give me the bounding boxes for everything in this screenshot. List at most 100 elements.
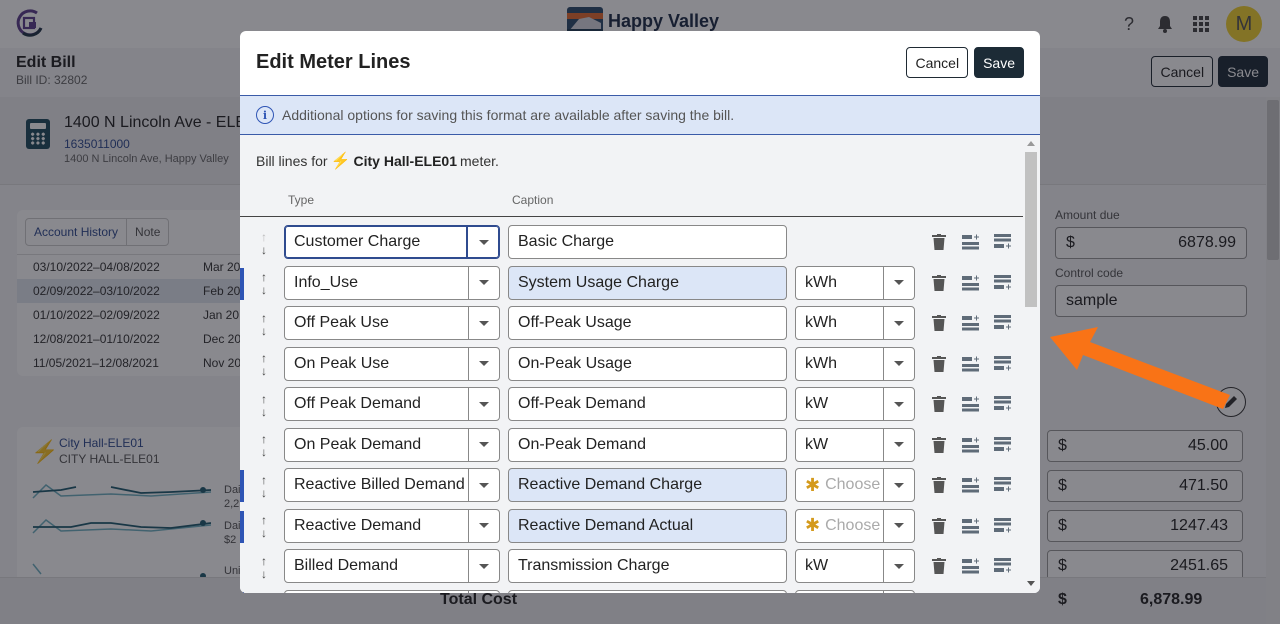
insert-row-below-icon[interactable] — [994, 517, 1012, 535]
move-up-icon[interactable]: ↑ — [261, 555, 267, 567]
unit-dropdown-button[interactable] — [883, 266, 914, 299]
caption-input[interactable]: On-Peak Demand — [508, 427, 787, 462]
insert-row-below-icon[interactable] — [994, 233, 1012, 251]
type-value[interactable]: Off Peak Demand — [285, 388, 468, 420]
caption-input[interactable]: Off-Peak Demand — [508, 387, 787, 421]
insert-row-below-icon[interactable] — [994, 274, 1012, 292]
reorder-handle[interactable]: ↑↓ — [258, 549, 270, 585]
move-down-icon[interactable]: ↓ — [261, 244, 267, 256]
move-up-icon[interactable]: ↑ — [261, 393, 267, 405]
type-select[interactable]: On Peak Demand — [284, 427, 500, 462]
move-down-icon[interactable]: ↓ — [261, 365, 267, 377]
type-dropdown-button[interactable] — [468, 509, 499, 542]
move-down-icon[interactable]: ↓ — [261, 487, 267, 499]
unit-dropdown-button[interactable] — [883, 590, 914, 593]
unit-dropdown-button[interactable] — [883, 347, 914, 380]
move-up-icon[interactable]: ↑ — [261, 352, 267, 364]
insert-row-below-icon[interactable] — [994, 395, 1012, 413]
insert-row-above-icon[interactable] — [962, 274, 980, 292]
type-select[interactable]: Info_Use — [284, 265, 500, 300]
reorder-handle[interactable]: ↑↓ — [258, 468, 270, 504]
caption-input[interactable]: Transmission Charge — [508, 549, 787, 583]
move-down-icon[interactable]: ↓ — [261, 568, 267, 580]
unit-select[interactable]: ✱ Choose — [795, 508, 915, 543]
unit-select[interactable]: kWh — [795, 306, 915, 340]
type-dropdown-button[interactable] — [468, 469, 499, 501]
type-select[interactable]: Billed Demand — [284, 549, 500, 583]
type-select[interactable]: Off Peak Demand — [284, 387, 500, 421]
insert-row-above-icon[interactable] — [962, 436, 980, 454]
type-select[interactable]: Customer Charge — [284, 225, 500, 259]
move-down-icon[interactable]: ↓ — [261, 406, 267, 418]
trash-icon[interactable] — [930, 355, 948, 373]
trash-icon[interactable] — [930, 395, 948, 413]
insert-row-above-icon[interactable] — [962, 476, 980, 494]
unit-dropdown-button[interactable] — [883, 428, 914, 461]
reorder-handle[interactable]: ↑↓ — [258, 306, 270, 342]
move-up-icon[interactable]: ↑ — [261, 433, 267, 445]
unit-select[interactable]: kW — [795, 387, 915, 421]
type-value[interactable] — [285, 591, 468, 594]
trash-icon[interactable] — [930, 476, 948, 494]
reorder-handle[interactable]: ↑↓ — [258, 387, 270, 423]
type-dropdown-button[interactable] — [468, 590, 499, 593]
type-dropdown-button[interactable] — [468, 388, 499, 420]
insert-row-above-icon[interactable] — [962, 233, 980, 251]
move-up-icon[interactable]: ↑ — [261, 474, 267, 486]
move-up-icon[interactable]: ↑ — [261, 514, 267, 526]
trash-icon[interactable] — [930, 557, 948, 575]
type-select[interactable]: Reactive Billed Demand — [284, 468, 500, 502]
reorder-handle[interactable]: ↑↓ — [258, 225, 270, 261]
reorder-handle[interactable]: ↑↓ — [258, 509, 270, 545]
reorder-handle[interactable]: ↑↓ — [258, 428, 270, 464]
unit-value[interactable]: kWh — [796, 267, 883, 299]
type-value[interactable]: Info_Use — [285, 267, 468, 299]
move-up-icon[interactable]: ↑ — [261, 271, 267, 283]
caption-input[interactable]: On-Peak Usage — [508, 346, 787, 381]
type-value[interactable]: Billed Demand — [285, 550, 468, 582]
move-down-icon[interactable]: ↓ — [261, 446, 267, 458]
insert-row-below-icon[interactable] — [994, 557, 1012, 575]
dialog-save-button[interactable]: Save — [974, 47, 1024, 78]
type-value[interactable]: Customer Charge — [285, 226, 468, 258]
unit-dropdown-button[interactable] — [883, 469, 914, 501]
trash-icon[interactable] — [930, 436, 948, 454]
unit-select[interactable]: kWh — [795, 265, 915, 300]
type-select[interactable] — [284, 589, 500, 594]
insert-row-below-icon[interactable] — [994, 314, 1012, 332]
type-select[interactable]: On Peak Use — [284, 346, 500, 381]
move-down-icon[interactable]: ↓ — [261, 325, 267, 337]
unit-dropdown-button[interactable] — [883, 550, 914, 582]
type-value[interactable]: Off Peak Use — [285, 307, 468, 339]
unit-select[interactable]: kW — [795, 549, 915, 583]
type-dropdown-button[interactable] — [468, 347, 499, 380]
move-down-icon[interactable]: ↓ — [261, 527, 267, 539]
insert-row-below-icon[interactable] — [994, 355, 1012, 373]
insert-row-above-icon[interactable] — [962, 314, 980, 332]
unit-value[interactable]: kW — [796, 429, 883, 461]
caption-input[interactable]: Reactive Demand Charge — [508, 468, 787, 502]
dialog-scrollbar[interactable] — [1025, 135, 1037, 593]
type-select[interactable]: Reactive Demand — [284, 508, 500, 543]
caption-input[interactable]: Reactive Demand Actual — [508, 508, 787, 543]
type-value[interactable]: On Peak Use — [285, 348, 468, 380]
insert-row-above-icon[interactable] — [962, 355, 980, 373]
move-up-icon[interactable]: ↑ — [261, 312, 267, 324]
unit-select[interactable]: kWh — [795, 346, 915, 381]
reorder-handle[interactable]: ↑↓ — [258, 347, 270, 383]
caption-input[interactable]: Off-Peak Usage — [508, 306, 787, 340]
type-dropdown-button[interactable] — [468, 226, 499, 258]
caption-input[interactable]: System Usage Charge — [508, 265, 787, 300]
trash-icon[interactable] — [930, 233, 948, 251]
unit-select[interactable]: kW — [795, 427, 915, 462]
caption-input[interactable]: Basic Charge — [508, 225, 787, 259]
unit-select[interactable]: ✱ Choose — [795, 468, 915, 502]
dialog-cancel-button[interactable]: Cancel — [906, 47, 969, 78]
unit-placeholder[interactable]: ✱ Choose — [796, 510, 883, 542]
type-dropdown-button[interactable] — [468, 307, 499, 339]
trash-icon[interactable] — [930, 274, 948, 292]
unit-value[interactable]: kW — [796, 550, 883, 582]
insert-row-below-icon[interactable] — [994, 436, 1012, 454]
type-dropdown-button[interactable] — [468, 550, 499, 582]
unit-select[interactable] — [795, 589, 915, 593]
